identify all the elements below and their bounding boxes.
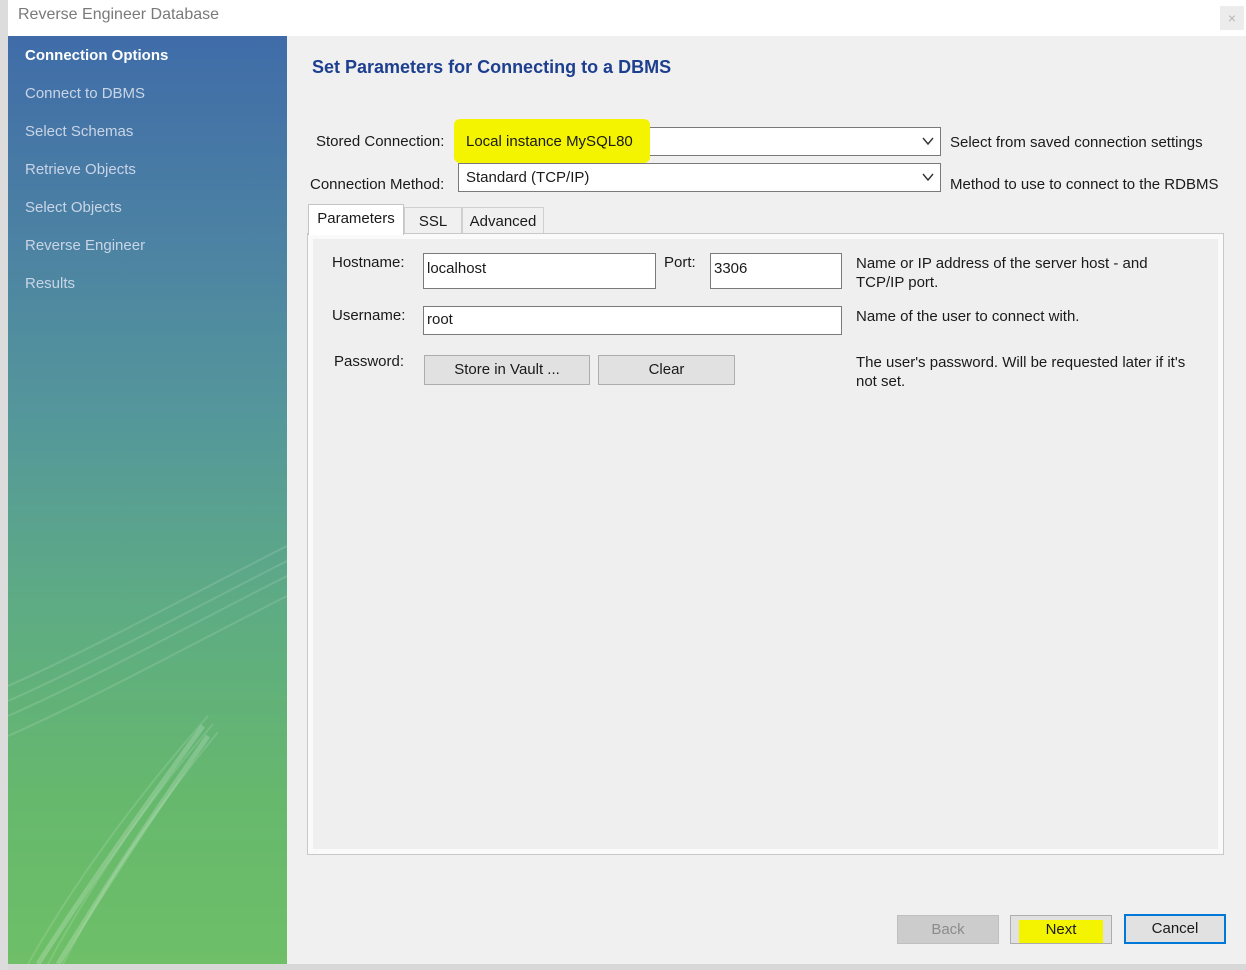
tab-advanced-label: Advanced <box>469 213 537 230</box>
username-input[interactable]: root <box>423 306 842 335</box>
step-connect-to-dbms: Connect to DBMS <box>25 85 146 102</box>
hostname-hint: Name or IP address of the server host - … <box>856 255 1148 291</box>
connection-method-hint: Method to use to connect to the RDBMS <box>950 176 1219 193</box>
step-retrieve-objects: Retrieve Objects <box>25 161 136 178</box>
chevron-down-icon <box>922 137 934 146</box>
tab-advanced[interactable]: Advanced <box>462 207 544 235</box>
step-connection-options: Connection Options <box>25 47 169 64</box>
window-title: Reverse Engineer Database <box>18 6 220 23</box>
step-results: Results <box>25 275 76 292</box>
port-input[interactable]: 3306 <box>710 253 842 289</box>
clear-password-button[interactable]: Clear <box>598 355 735 385</box>
wizard-sidebar: Connection Options Connect to DBMS Selec… <box>8 36 287 964</box>
close-icon[interactable]: × <box>1220 6 1244 30</box>
stored-connection-select[interactable]: Local instance MySQL80 <box>454 119 941 163</box>
tab-ssl-label: SSL <box>418 213 448 230</box>
title-bar: Reverse Engineer Database × <box>8 0 1246 36</box>
next-label: Next <box>1045 921 1077 938</box>
cancel-label: Cancel <box>1151 920 1199 937</box>
hostname-input[interactable]: localhost <box>423 253 656 289</box>
tab-parameters-label: Parameters <box>317 210 395 227</box>
back-button[interactable]: Back <box>897 915 999 944</box>
hostname-label: Hostname: <box>332 254 405 271</box>
connection-method-label: Connection Method: <box>310 176 445 193</box>
username-label: Username: <box>332 307 406 324</box>
clear-password-label: Clear <box>648 361 685 378</box>
tab-parameters[interactable]: Parameters <box>308 204 404 235</box>
password-hint: The user's password. Will be requested l… <box>856 354 1186 390</box>
step-reverse-engineer: Reverse Engineer <box>25 237 146 254</box>
stored-connection-label: Stored Connection: <box>316 133 445 150</box>
store-in-vault-button[interactable]: Store in Vault ... <box>424 355 590 385</box>
back-label: Back <box>931 921 965 938</box>
stored-connection-value: Local instance MySQL80 <box>466 133 633 150</box>
next-button[interactable]: Next <box>1010 915 1112 944</box>
port-label: Port: <box>664 254 696 271</box>
password-label: Password: <box>334 353 405 370</box>
step-select-objects: Select Objects <box>25 199 122 216</box>
store-in-vault-label: Store in Vault ... <box>454 361 560 378</box>
port-value: 3306 <box>714 260 748 277</box>
window-bottom-edge <box>8 964 1246 970</box>
page-title: Set Parameters for Connecting to a DBMS <box>312 57 672 77</box>
stored-connection-hint: Select from saved connection settings <box>950 134 1203 151</box>
chevron-down-icon <box>922 173 934 182</box>
username-hint: Name of the user to connect with. <box>856 308 1080 325</box>
username-value: root <box>427 311 453 328</box>
hostname-value: localhost <box>427 260 487 277</box>
cancel-button[interactable]: Cancel <box>1124 914 1226 944</box>
connection-method-select[interactable]: Standard (TCP/IP) <box>458 163 941 192</box>
step-select-schemas: Select Schemas <box>25 123 134 140</box>
connection-method-value: Standard (TCP/IP) <box>466 169 590 186</box>
tab-ssl[interactable]: SSL <box>404 207 462 235</box>
